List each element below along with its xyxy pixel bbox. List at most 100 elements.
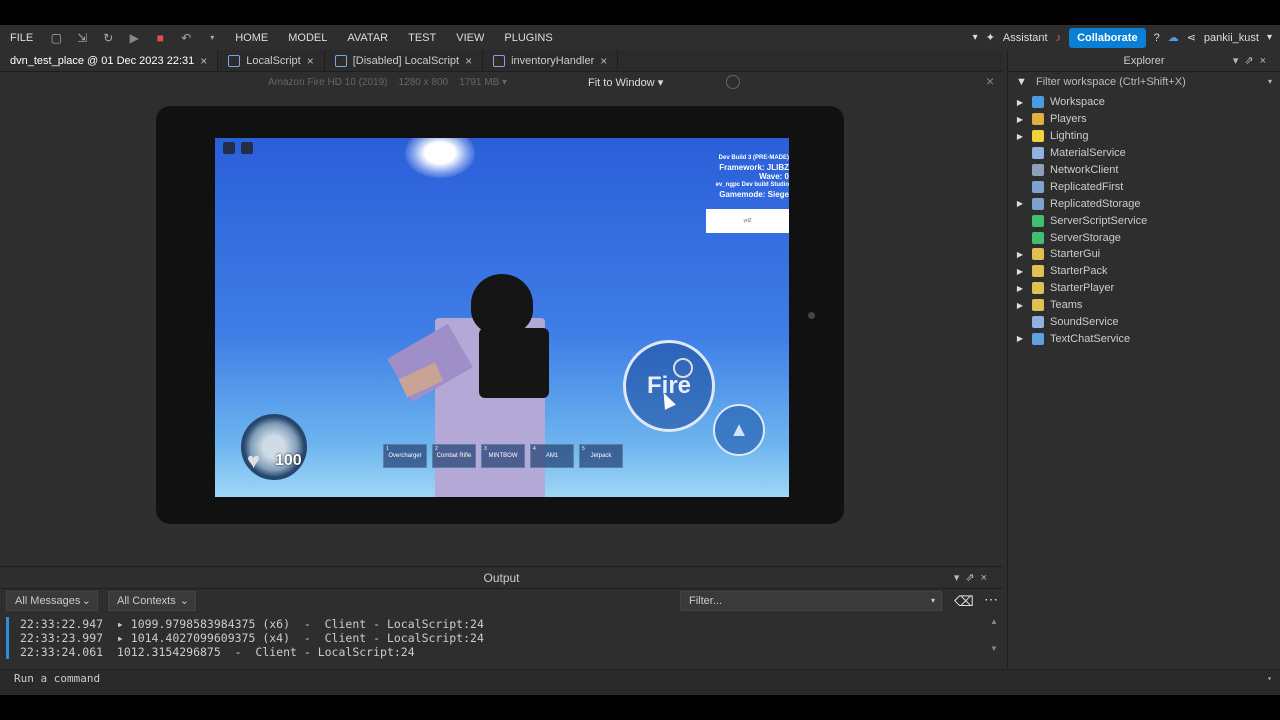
tree-item[interactable]: ▶ Players — [1008, 111, 1280, 128]
menu-avatar[interactable]: AVATAR — [337, 32, 398, 44]
close-icon[interactable]: × — [600, 54, 607, 68]
tree-item-label: ServerStorage — [1050, 231, 1121, 244]
tab-inventoryhandler[interactable]: inventoryHandler × — [483, 50, 619, 71]
chevron-down-icon[interactable]: ▾ — [973, 32, 978, 43]
expand-arrow-icon[interactable]: ▶ — [1008, 98, 1032, 107]
tab-place[interactable]: dvn_test_place @ 01 Dec 2023 22:31 × — [0, 50, 219, 71]
chevron-down-icon[interactable]: ▾ — [1267, 32, 1272, 43]
collaborate-button[interactable]: Collaborate — [1069, 27, 1146, 48]
output-filters: All Messages ⌄ All Contexts ⌄ Filter... ▾… — [0, 589, 1003, 613]
tree-item[interactable]: ▶ TextChatService — [1008, 330, 1280, 347]
hotbar-slot[interactable]: 1 Overcharger — [383, 444, 427, 468]
chevron-down-icon[interactable]: ▾ — [1267, 670, 1272, 688]
roblox-menu-icon[interactable] — [223, 142, 235, 154]
tree-item-label: ReplicatedStorage — [1050, 197, 1141, 210]
expand-arrow-icon[interactable]: ▶ — [1008, 284, 1032, 293]
expand-arrow-icon[interactable]: ▶ — [1008, 334, 1032, 343]
explorer-filter-placeholder: Filter workspace (Ctrl+Shift+X) — [1036, 76, 1186, 88]
tree-item[interactable]: ServerStorage — [1008, 229, 1280, 246]
document-tabs: dvn_test_place @ 01 Dec 2023 22:31 × Loc… — [0, 50, 1003, 72]
command-input[interactable]: Run a command — [14, 672, 100, 685]
tree-item[interactable]: NetworkClient — [1008, 162, 1280, 179]
redo-icon[interactable]: ↻ — [101, 31, 115, 45]
tree-item-label: StarterPlayer — [1050, 282, 1115, 295]
expand-arrow-icon[interactable]: ▶ — [1008, 267, 1032, 276]
undo-dropdown-icon[interactable]: ▾ — [205, 31, 219, 45]
slot-label: MINTBOW — [488, 453, 518, 459]
tree-item[interactable]: ▶ StarterPlayer — [1008, 280, 1280, 297]
tree-item[interactable]: ReplicatedFirst — [1008, 178, 1280, 195]
messages-dropdown[interactable]: All Messages ⌄ — [6, 591, 98, 611]
more-icon[interactable]: ⋯ — [984, 591, 998, 608]
close-icon[interactable]: × — [986, 73, 994, 89]
undo-icon[interactable]: ↶ — [179, 31, 193, 45]
rotate-icon[interactable] — [726, 75, 740, 89]
play-icon[interactable]: ▶ — [127, 31, 141, 45]
log-line[interactable]: 22:33:23.997 ▸ 1014.4027099609375 (x4) -… — [0, 631, 990, 645]
close-icon[interactable]: × — [465, 54, 472, 68]
tree-item[interactable]: MaterialService — [1008, 145, 1280, 162]
help-icon[interactable]: ? — [1154, 32, 1160, 44]
hotbar-slot[interactable]: 4 AM1 — [530, 444, 574, 468]
tree-item[interactable]: ▶ Workspace — [1008, 94, 1280, 111]
hotbar-slot[interactable]: 2 Combat Rifle — [432, 444, 476, 468]
cloud-icon[interactable]: ☁ — [1168, 31, 1179, 44]
fire-button[interactable]: Fire — [623, 340, 715, 432]
command-bar[interactable]: Run a command ▾ — [0, 669, 1280, 695]
username[interactable]: pankii_kust — [1204, 32, 1259, 44]
explorer-panel: Explorer ▾⇗× ▼ Filter workspace (Ctrl+Sh… — [1007, 50, 1280, 695]
hotbar-slot[interactable]: 3 MINTBOW — [481, 444, 525, 468]
device-selector[interactable]: Amazon Fire HD 10 (2019) 1280 x 800 1791… — [268, 77, 507, 88]
close-icon[interactable]: × — [200, 54, 207, 68]
close-icon[interactable]: × — [307, 54, 314, 68]
tree-item[interactable]: ▶ StarterPack — [1008, 263, 1280, 280]
game-viewport[interactable]: Dev Build 3 (PRE-MADE) Framework: JLIBZ … — [0, 94, 1003, 560]
output-filter-input[interactable]: Filter... ▾ — [680, 591, 942, 611]
tab-label: dvn_test_place @ 01 Dec 2023 22:31 — [10, 54, 195, 67]
fit-selector[interactable]: Fit to Window ▾ — [588, 76, 663, 89]
menu-file[interactable]: FILE — [0, 32, 43, 44]
menu-view[interactable]: VIEW — [446, 32, 494, 44]
tree-item[interactable]: ▶ Teams — [1008, 297, 1280, 314]
tab-disabled-localscript[interactable]: [Disabled] LocalScript × — [325, 50, 484, 71]
notification-icon[interactable]: ♪ — [1056, 32, 1062, 44]
white-panel: yd2 — [706, 209, 789, 233]
expand-arrow-icon[interactable]: ▶ — [1008, 199, 1032, 208]
menu-home[interactable]: HOME — [225, 32, 278, 44]
jump-button[interactable]: ▲ — [713, 404, 765, 456]
device-frame: Dev Build 3 (PRE-MADE) Framework: JLIBZ … — [156, 106, 844, 524]
tree-item[interactable]: SoundService — [1008, 314, 1280, 331]
hotbar-slot[interactable]: 5 Jetpack — [579, 444, 623, 468]
panel-controls[interactable]: ▾⇗× — [1233, 50, 1272, 72]
log-line[interactable]: 22:33:22.947 ▸ 1099.9798583984375 (x6) -… — [0, 617, 990, 631]
log-text: 22:33:22.947 ▸ 1099.9798583984375 (x6) -… — [20, 617, 484, 631]
expand-arrow-icon[interactable]: ▶ — [1008, 115, 1032, 124]
menu-test[interactable]: TEST — [398, 32, 446, 44]
tree-item[interactable]: ServerScriptService — [1008, 212, 1280, 229]
contexts-dropdown[interactable]: All Contexts ⌄ — [108, 591, 196, 611]
expand-arrow-icon[interactable]: ▶ — [1008, 132, 1032, 141]
assistant-button[interactable]: Assistant — [1003, 32, 1048, 44]
chat-icon[interactable] — [241, 142, 253, 154]
expand-arrow-icon[interactable]: ▶ — [1008, 301, 1032, 310]
share-icon[interactable]: ⋖ — [1187, 31, 1196, 44]
publish-icon[interactable]: ⇲ — [75, 31, 89, 45]
log-line[interactable]: 22:33:24.061 1012.3154296875 - Client - … — [0, 645, 990, 659]
output-scrollbar[interactable]: ▲ ▼ — [989, 617, 999, 669]
menu-plugins[interactable]: PLUGINS — [494, 32, 562, 44]
new-file-icon[interactable]: ▢ — [49, 31, 63, 45]
explorer-filter[interactable]: ▼ Filter workspace (Ctrl+Shift+X) ▾ — [1008, 72, 1280, 92]
tree-item[interactable]: ▶ Lighting — [1008, 128, 1280, 145]
panel-controls[interactable]: ▾⇗× — [954, 567, 993, 589]
stop-icon[interactable]: ■ — [153, 31, 167, 45]
tree-item-label: SoundService — [1050, 316, 1119, 329]
game-screen[interactable]: Dev Build 3 (PRE-MADE) Framework: JLIBZ … — [215, 138, 789, 497]
menu-model[interactable]: MODEL — [278, 32, 337, 44]
clear-output-icon[interactable]: ⌫ — [954, 593, 974, 610]
expand-arrow-icon[interactable]: ▶ — [1008, 250, 1032, 259]
tab-localscript[interactable]: LocalScript × — [218, 50, 325, 71]
assistant-icon: ✦ — [985, 32, 995, 44]
tree-item[interactable]: ▶ StarterGui — [1008, 246, 1280, 263]
tree-item-label: ReplicatedFirst — [1050, 180, 1124, 193]
tree-item[interactable]: ▶ ReplicatedStorage — [1008, 195, 1280, 212]
